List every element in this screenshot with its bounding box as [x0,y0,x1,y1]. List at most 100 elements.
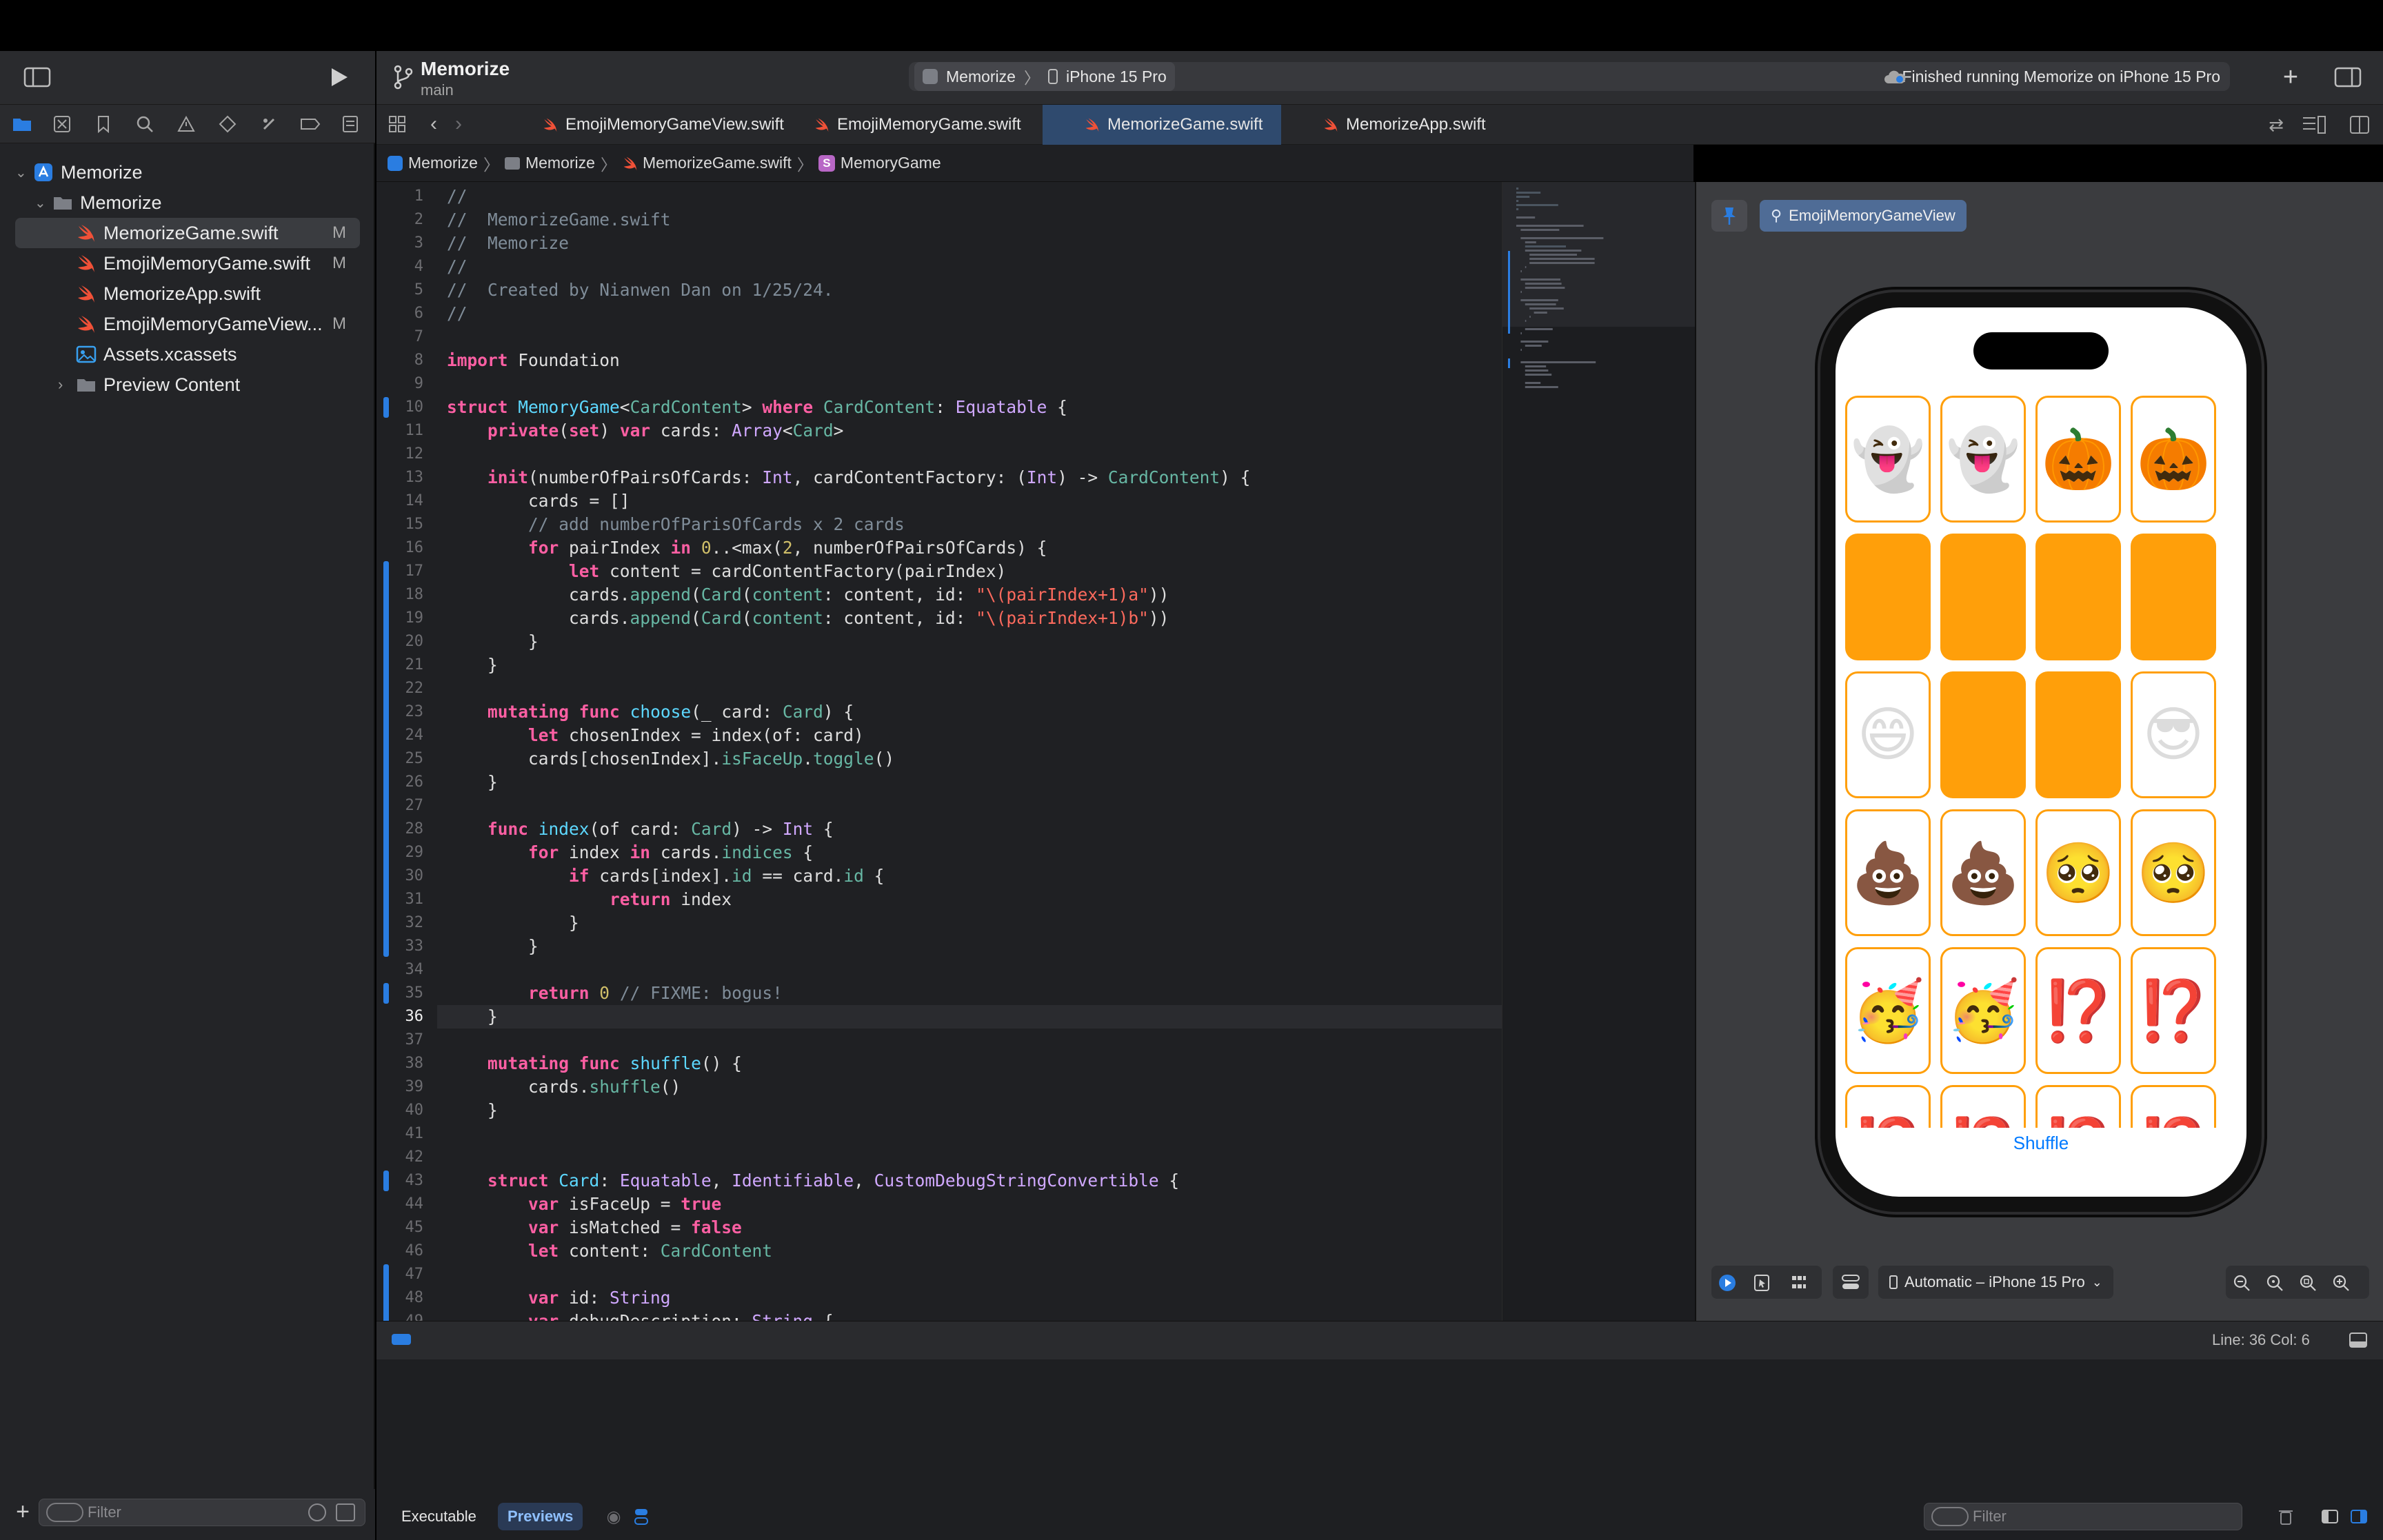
cloud-icon[interactable] [1881,66,1909,88]
zoom-in-icon[interactable] [2331,1273,2351,1293]
card-face-down[interactable] [2035,534,2121,660]
device-settings-icon[interactable] [1833,1266,1869,1299]
code-line[interactable]: cards = [] [447,489,630,513]
grid-icon[interactable] [385,112,410,136]
nav-project-root[interactable]: ⌄ Memorize [15,157,360,188]
panel-icon[interactable] [2347,1330,2369,1350]
card-face-up[interactable]: 🥳 [1845,947,1931,1074]
code-line[interactable]: // Created by Nianwen Dan on 1/25/24. [447,278,834,302]
nav-file-item[interactable]: Assets.xcassets [15,339,360,369]
code-line[interactable]: for index in cards.indices { [447,841,813,864]
card-face-up[interactable]: 🥺 [2131,809,2216,936]
split-editor-icon[interactable] [2347,113,2372,136]
card-face-up[interactable]: 😄 [1845,671,1931,798]
card-face-up[interactable]: 🥳 [1940,947,2026,1074]
source-control-icon[interactable] [50,112,74,136]
nav-file-item[interactable]: EmojiMemoryGame.swift M [15,248,360,278]
card-face-up[interactable]: ⁉️ [2131,947,2216,1074]
card-face-up[interactable]: 🥺 [2035,809,2121,936]
code-line[interactable]: var isMatched = false [447,1216,742,1239]
sidebar-toggle-icon[interactable] [22,65,52,90]
editor-options-icon[interactable] [2300,113,2328,136]
code-line[interactable]: // [447,255,467,278]
nav-file-item[interactable]: MemorizeApp.swift [15,278,360,309]
code-line[interactable]: } [447,630,539,654]
card-face-down[interactable] [1940,671,2026,798]
code-line[interactable]: import Foundation [447,349,620,372]
eye-icon[interactable]: ◉ [603,1506,625,1528]
inspector-toggle-icon[interactable] [2333,65,2362,90]
code-line[interactable]: mutating func choose(_ card: Card) { [447,700,854,724]
code-line[interactable]: var isFaceUp = true [447,1193,721,1216]
editor-tab[interactable]: EmojiMemoryGameView.swift [501,105,784,145]
left-panel-icon[interactable] [2320,1506,2340,1528]
run-button[interactable] [324,65,354,90]
card-face-up[interactable]: ⁉️ [2035,1085,2121,1128]
toggle-icon[interactable] [630,1506,652,1528]
scm-filter-icon[interactable] [336,1503,355,1521]
live-preview-icon[interactable] [1716,1271,1739,1295]
nav-file-item[interactable]: › Preview Content [15,369,360,400]
code-line[interactable]: if cards[index].id == card.id { [447,864,884,888]
pin-icon[interactable] [1711,200,1747,232]
code-line[interactable]: let content: CardContent [447,1239,772,1263]
code-line[interactable]: cards.append(Card(content: content, id: … [447,583,1169,607]
code-line[interactable]: } [447,1005,498,1029]
code-line[interactable]: } [447,935,539,958]
breakpoint-icon[interactable] [298,112,323,136]
card-face-up[interactable]: 🎃 [2131,396,2216,523]
code-line[interactable]: cards[chosenIndex].isFaceUp.toggle() [447,747,894,771]
selectable-icon[interactable] [1750,1271,1773,1295]
code-line[interactable]: // [447,302,467,325]
debug-icon[interactable] [257,112,281,136]
card-face-up[interactable]: 💩 [1940,809,2026,936]
card-face-up[interactable]: ⁉️ [1845,1085,1931,1128]
breadcrumb-group[interactable]: Memorize [525,154,595,172]
trash-icon[interactable] [2275,1506,2296,1528]
code-line[interactable]: // add numberOfParisOfCards x 2 cards [447,513,905,536]
nav-file-item[interactable]: MemorizeGame.swift M [15,218,360,248]
back-icon[interactable]: ‹ [423,112,444,136]
test-icon[interactable] [215,112,240,136]
disclosure-closed-icon[interactable]: › [58,376,76,394]
code-line[interactable]: cards.append(Card(content: content, id: … [447,607,1169,630]
zoom-100-icon[interactable] [2264,1273,2285,1293]
executable-tab[interactable]: Executable [393,1503,485,1530]
zoom-out-icon[interactable] [2231,1273,2252,1293]
related-items-icon[interactable]: ⇄ [2264,113,2288,136]
add-library-icon[interactable]: + [2277,63,2304,92]
code-line[interactable]: // [447,185,467,208]
device-selector[interactable]: Automatic – iPhone 15 Pro ⌄ [1878,1266,2113,1299]
source-editor[interactable]: 1 2 3 4 5 6 7 8 9 10 11 12 13 14 15 16 17 18 19 20 21 22 23 24 2… [376,182,1502,1355]
code-line[interactable]: var id: String [447,1286,671,1310]
add-icon[interactable]: + [11,1499,34,1525]
zoom-fit-icon[interactable] [2297,1273,2318,1293]
navigator-filter-input[interactable]: Filter [39,1499,365,1526]
editor-tab[interactable]: EmojiMemoryGame.swift [772,105,1043,145]
recent-icon[interactable] [308,1503,326,1521]
forward-icon[interactable]: › [448,112,469,136]
card-face-up[interactable]: 💩 [1845,809,1931,936]
report-icon[interactable] [338,112,363,136]
breadcrumb-project[interactable]: Memorize [408,154,478,172]
code-line[interactable]: cards.shuffle() [447,1075,681,1099]
debug-area-toggle-icon[interactable] [390,1331,412,1348]
card-face-up[interactable]: ⁉️ [2035,947,2121,1074]
code-line[interactable]: mutating func shuffle() { [447,1052,742,1075]
console-filter-input[interactable]: Filter [1924,1503,2242,1530]
bookmark-icon[interactable] [91,112,116,136]
card-face-up[interactable]: 🎃 [2035,396,2121,523]
card-face-down[interactable] [1845,534,1931,660]
card-face-up[interactable]: 👻 [1845,396,1931,523]
code-line[interactable]: for pairIndex in 0..<max(2, numberOfPair… [447,536,1047,560]
code-line[interactable]: let content = cardContentFactory(pairInd… [447,560,1006,583]
nav-group[interactable]: ⌄ Memorize [34,188,360,218]
card-face-up[interactable]: 😎 [2131,671,2216,798]
code-line[interactable]: struct MemoryGame<CardContent> where Car… [447,396,1067,419]
code-line[interactable]: struct Card: Equatable, Identifiable, Cu… [447,1169,1179,1193]
find-icon[interactable] [132,112,157,136]
nav-file-item[interactable]: EmojiMemoryGameView... M [15,309,360,339]
code-line[interactable]: // Memorize [447,232,569,255]
code-line[interactable]: func index(of card: Card) -> Int { [447,818,834,841]
preview-view-button[interactable]: ⚲ EmojiMemoryGameView [1760,200,1967,232]
